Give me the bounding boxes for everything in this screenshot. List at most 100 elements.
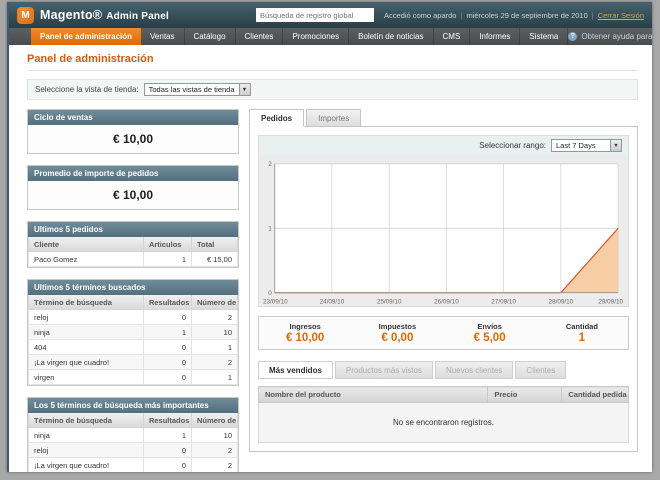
help-label: Obtener ayuda para esta página: [581, 32, 652, 41]
cell-count: 0: [143, 443, 191, 458]
chart-tabs: PedidosImportes: [249, 109, 638, 126]
cell-term: Paco Gomez: [29, 252, 144, 267]
table-row[interactable]: 404 0 1: [29, 340, 238, 355]
column-header: Número de usos: [192, 413, 238, 428]
cell-total: 10: [192, 325, 238, 340]
svg-text:24/09/10: 24/09/10: [320, 298, 345, 305]
logout-link[interactable]: Cerrar Sesión: [598, 11, 644, 20]
card-title: Ultimos 5 pedidos: [28, 222, 238, 237]
metric-value: € 10,00: [259, 332, 351, 344]
table-row[interactable]: ninja 1 10: [29, 428, 238, 443]
nav-item-0[interactable]: Panel de administración: [31, 28, 141, 45]
list-card: Los 5 términos de búsqueda más important…: [27, 397, 239, 472]
metric: Envíos € 5,00: [444, 322, 536, 344]
products-column-header: Cantidad pedida: [562, 387, 629, 403]
column-header: Cliente: [29, 237, 144, 252]
table-row[interactable]: ninja 1 10: [29, 325, 238, 340]
metric-label: Envíos: [444, 322, 536, 331]
nav-item-8[interactable]: Sistema: [520, 28, 568, 45]
table-row[interactable]: virgen 0 1: [29, 370, 238, 385]
store-view-value: Todas las vistas de tienda: [145, 84, 239, 95]
products-table-header: Nombre del productoPrecioCantidad pedida: [259, 387, 629, 403]
metric: Cantidad 1: [536, 322, 628, 344]
app-title: Magento®Admin Panel: [40, 8, 169, 22]
cell-count: 0: [143, 340, 191, 355]
column-header: Número de usos: [192, 295, 238, 310]
cell-count: 0: [143, 355, 191, 370]
cell-term: ¡La virgen que cuadro!: [29, 355, 144, 370]
store-view-select[interactable]: Todas las vistas de tienda ▼: [144, 83, 251, 96]
nav-item-4[interactable]: Promociones: [283, 28, 349, 45]
empty-message: No se encontraron registros.: [259, 403, 629, 443]
help-link[interactable]: ? Obtener ayuda para esta página: [568, 28, 652, 45]
cell-count: 0: [143, 458, 191, 473]
bottom-tab: Clientes: [515, 361, 566, 379]
svg-text:2: 2: [268, 161, 272, 168]
bottom-tab: Productos más vistos: [335, 361, 433, 379]
nav-item-2[interactable]: Catálogo: [185, 28, 236, 45]
svg-text:25/09/10: 25/09/10: [377, 298, 402, 305]
global-search-input[interactable]: [256, 8, 374, 22]
help-globe-icon: ?: [568, 32, 577, 41]
cell-term: ninja: [29, 325, 144, 340]
left-column: Ciclo de ventas € 10,00 Promedio de impo…: [27, 109, 239, 472]
bottom-tab: Nuevos clientes: [435, 361, 513, 379]
table-row[interactable]: ¡La virgen que cuadro! 0 2: [29, 355, 238, 370]
cell-term: reloj: [29, 310, 144, 325]
cell-count: 1: [143, 252, 191, 267]
metric: Impuestos € 0,00: [351, 322, 443, 344]
page-title: Panel de administración: [27, 53, 638, 71]
separator: |: [460, 11, 462, 20]
products-table: Nombre del productoPrecioCantidad pedida…: [258, 386, 629, 443]
page-content: Panel de administración Seleccione la vi…: [9, 45, 652, 472]
range-select[interactable]: Last 7 Days ▼: [551, 139, 622, 152]
store-view-bar: Seleccione la vista de tienda: Todas las…: [27, 79, 638, 100]
nav-item-3[interactable]: Clientes: [236, 28, 284, 45]
metrics-bar: Ingresos € 10,00 Impuestos € 0,00 Envíos…: [258, 316, 629, 350]
dashboard-columns: Ciclo de ventas € 10,00 Promedio de impo…: [27, 109, 638, 472]
mini-table: Término de búsquedaResultadosNúmero de u…: [28, 413, 238, 472]
nav-item-7[interactable]: Informes: [470, 28, 520, 45]
nav-item-5[interactable]: Boletín de noticias: [349, 28, 433, 45]
orders-chart-svg: 01223/09/1024/09/1025/09/1026/09/1027/09…: [261, 159, 624, 305]
table-row[interactable]: reloj 0 2: [29, 443, 238, 458]
svg-text:1: 1: [268, 226, 272, 233]
metric-value: 1: [536, 332, 628, 344]
bottom-tab[interactable]: Más vendidos: [258, 361, 333, 379]
cell-total: 2: [192, 443, 238, 458]
tab-importes[interactable]: Importes: [306, 109, 361, 127]
chevron-down-icon: ▼: [239, 84, 250, 95]
cell-term: reloj: [29, 443, 144, 458]
cell-total: € 15,00: [192, 252, 238, 267]
cell-count: 0: [143, 310, 191, 325]
card-title: Promedio de importe de pedidos: [28, 166, 238, 181]
metric-value: € 0,00: [351, 332, 443, 344]
table-row[interactable]: reloj 0 2: [29, 310, 238, 325]
card-value: € 10,00: [28, 125, 238, 153]
cell-term: ninja: [29, 428, 144, 443]
cell-term: 404: [29, 340, 144, 355]
table-row[interactable]: ¡La virgen que cuadro! 0 2: [29, 458, 238, 473]
mini-table: ClienteArticulosTotal Paco Gomez 1 € 15,…: [28, 237, 238, 267]
metric: Ingresos € 10,00: [259, 322, 351, 344]
right-column: PedidosImportes Seleccionar rango: Last …: [249, 109, 638, 452]
column-header: Resultados: [143, 295, 191, 310]
cell-count: 1: [143, 325, 191, 340]
nav-item-1[interactable]: Ventas: [141, 28, 184, 45]
svg-text:23/09/10: 23/09/10: [263, 298, 288, 305]
cell-total: 2: [192, 310, 238, 325]
column-header: Término de búsqueda: [29, 295, 144, 310]
products-column-header: Nombre del producto: [259, 387, 488, 403]
tab-pedidos[interactable]: Pedidos: [249, 109, 304, 127]
card-title: Los 5 términos de búsqueda más important…: [28, 398, 238, 413]
column-header: Resultados: [143, 413, 191, 428]
card-value: € 10,00: [28, 181, 238, 209]
column-header: Total: [192, 237, 238, 252]
table-row[interactable]: Paco Gomez 1 € 15,00: [29, 252, 238, 267]
nav-item-6[interactable]: CMS: [434, 28, 471, 45]
card-title: Ultimos 5 términos buscados: [28, 280, 238, 295]
nav-items: Panel de administraciónVentasCatálogoCli…: [31, 28, 568, 45]
main-nav: Panel de administraciónVentasCatálogoCli…: [9, 28, 652, 45]
products-column-header: Precio: [488, 387, 562, 403]
separator: |: [592, 11, 594, 20]
